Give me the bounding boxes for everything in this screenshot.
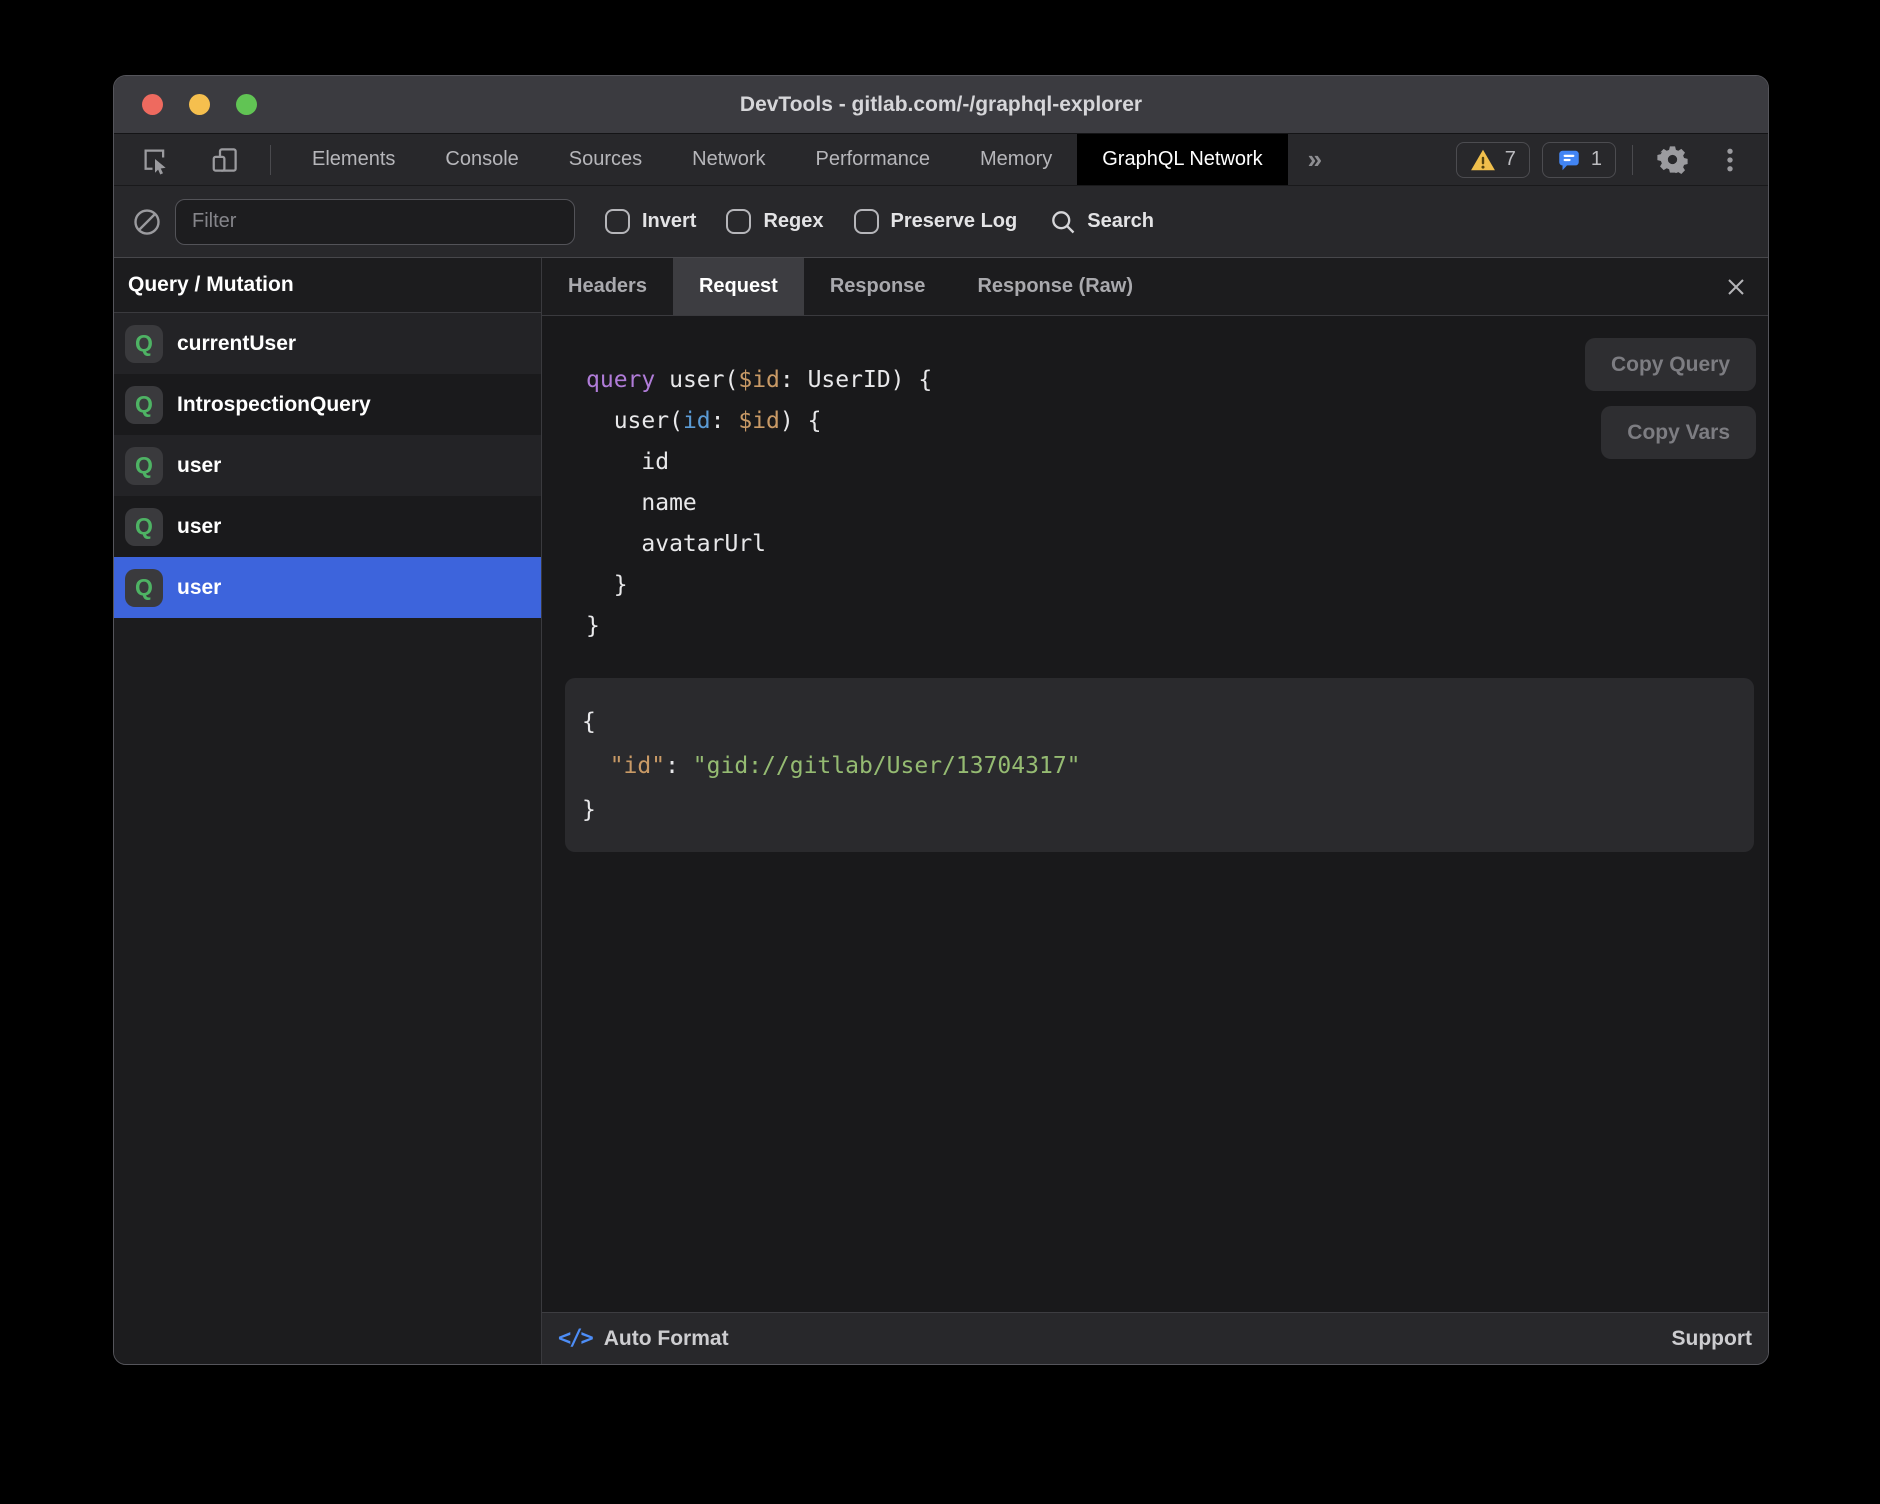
detail-footer-bar: </> Auto Format Support xyxy=(542,1312,1768,1364)
window-titlebar: DevTools - gitlab.com/-/graphql-explorer xyxy=(114,76,1768,134)
tab-performance[interactable]: Performance xyxy=(791,134,956,185)
code-format-icon: </> xyxy=(558,1326,592,1351)
settings-gear-icon[interactable] xyxy=(1649,144,1696,175)
search-label: Search xyxy=(1087,210,1154,233)
close-window-button[interactable] xyxy=(142,94,163,115)
preserve-log-label: Preserve Log xyxy=(891,210,1018,233)
auto-format-label: Auto Format xyxy=(604,1327,729,1351)
search-icon xyxy=(1049,208,1077,236)
query-type-badge: Q xyxy=(125,447,163,485)
tab-elements[interactable]: Elements xyxy=(287,134,420,185)
copy-vars-button[interactable]: Copy Vars xyxy=(1601,406,1756,459)
message-icon xyxy=(1556,147,1582,173)
message-count: 1 xyxy=(1591,148,1602,171)
tab-console[interactable]: Console xyxy=(420,134,543,185)
preserve-log-checkbox[interactable] xyxy=(854,209,879,234)
query-list-header: Query / Mutation xyxy=(114,258,541,313)
warning-icon xyxy=(1470,148,1496,172)
more-options-icon[interactable] xyxy=(1708,145,1752,175)
zoom-window-button[interactable] xyxy=(236,94,257,115)
query-item-label: user xyxy=(177,454,221,478)
warning-count: 7 xyxy=(1505,148,1516,171)
request-detail-panel: Headers Request Response Response (Raw) … xyxy=(542,258,1768,1364)
more-tabs-button[interactable]: » xyxy=(1288,134,1342,185)
query-item-label: currentUser xyxy=(177,332,296,356)
close-detail-icon[interactable] xyxy=(1724,275,1748,299)
tab-response[interactable]: Response xyxy=(804,258,952,315)
query-type-badge: Q xyxy=(125,508,163,546)
filter-input[interactable] xyxy=(175,199,575,245)
inspect-element-icon[interactable] xyxy=(132,145,178,175)
query-item-introspectionquery[interactable]: Q IntrospectionQuery xyxy=(114,374,541,435)
query-item-user-3-selected[interactable]: Q user xyxy=(114,557,541,618)
clear-block-icon[interactable] xyxy=(132,207,162,237)
traffic-lights xyxy=(142,76,257,133)
query-type-badge: Q xyxy=(125,386,163,424)
tab-response-raw[interactable]: Response (Raw) xyxy=(951,258,1159,315)
query-type-badge: Q xyxy=(125,325,163,363)
badge-separator xyxy=(1632,145,1633,175)
tab-network[interactable]: Network xyxy=(667,134,790,185)
warnings-badge[interactable]: 7 xyxy=(1456,142,1530,178)
preserve-log-checkbox-group[interactable]: Preserve Log xyxy=(854,209,1018,234)
request-content: query user($id: UserID) { user(id: $id) … xyxy=(542,316,1768,1312)
search-control[interactable]: Search xyxy=(1049,208,1154,236)
filter-toolbar: Invert Regex Preserve Log Search xyxy=(114,186,1768,258)
query-item-currentuser[interactable]: Q currentUser xyxy=(114,313,541,374)
regex-label: Regex xyxy=(763,210,823,233)
tab-headers[interactable]: Headers xyxy=(542,258,673,315)
query-item-label: user xyxy=(177,576,221,600)
tab-sources[interactable]: Sources xyxy=(544,134,667,185)
devtools-tab-strip: Elements Console Sources Network Perform… xyxy=(114,134,1768,186)
query-item-user-2[interactable]: Q user xyxy=(114,496,541,557)
query-item-label: user xyxy=(177,515,221,539)
invert-label: Invert xyxy=(642,210,696,233)
minimize-window-button[interactable] xyxy=(189,94,210,115)
tab-memory[interactable]: Memory xyxy=(955,134,1077,185)
query-item-user-1[interactable]: Q user xyxy=(114,435,541,496)
request-tab-bar: Headers Request Response Response (Raw) xyxy=(542,258,1768,316)
window-title: DevTools - gitlab.com/-/graphql-explorer xyxy=(740,93,1142,117)
toolbar-separator xyxy=(270,145,271,175)
messages-badge[interactable]: 1 xyxy=(1542,142,1616,178)
query-item-label: IntrospectionQuery xyxy=(177,393,371,417)
query-list-panel: Query / Mutation Q currentUser Q Introsp… xyxy=(114,258,542,1364)
query-type-badge: Q xyxy=(125,569,163,607)
device-toolbar-icon[interactable] xyxy=(202,145,248,175)
auto-format-button[interactable]: </> Auto Format xyxy=(558,1326,729,1351)
tab-graphql-network[interactable]: GraphQL Network xyxy=(1077,134,1287,185)
support-link[interactable]: Support xyxy=(1672,1327,1752,1351)
regex-checkbox[interactable] xyxy=(726,209,751,234)
devtools-window: DevTools - gitlab.com/-/graphql-explorer… xyxy=(113,75,1769,1365)
copy-query-button[interactable]: Copy Query xyxy=(1585,338,1756,391)
query-variables-box: { "id": "gid://gitlab/User/13704317"} xyxy=(565,678,1754,852)
invert-checkbox[interactable] xyxy=(605,209,630,234)
tab-request[interactable]: Request xyxy=(673,258,804,315)
invert-checkbox-group[interactable]: Invert xyxy=(605,209,696,234)
regex-checkbox-group[interactable]: Regex xyxy=(726,209,823,234)
